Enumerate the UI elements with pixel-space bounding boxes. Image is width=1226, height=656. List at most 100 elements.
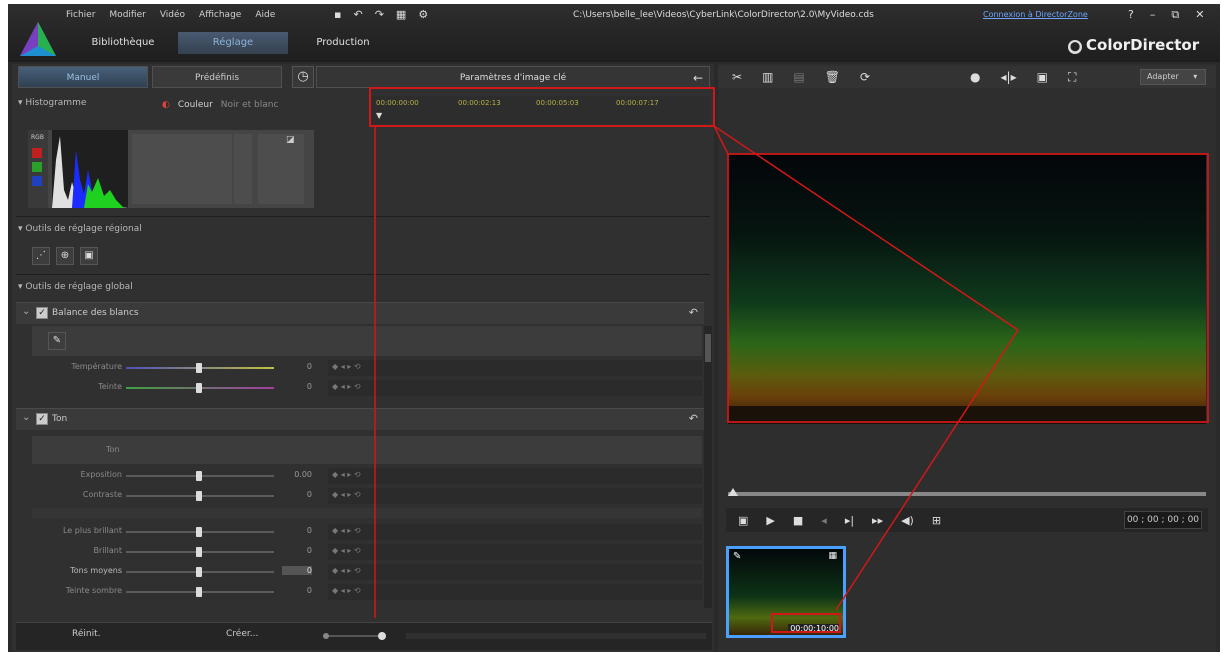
layout-icon[interactable]: ▦ [396, 8, 406, 21]
undo-icon[interactable]: ↶ [353, 8, 362, 21]
prev-frame-icon[interactable]: ◂ [821, 514, 827, 527]
tab-manual[interactable]: Manuel [18, 66, 148, 88]
record-icon[interactable]: ● [970, 70, 980, 84]
edit-icon[interactable]: ✎ [733, 551, 741, 562]
keyframe-timeline[interactable]: ▼ 00:00:00:00 00:00:02:13 00:00:05:03 00… [370, 96, 710, 124]
keyframe-marker-icon[interactable]: ▼ [376, 111, 382, 120]
slider-thumb[interactable] [196, 527, 202, 537]
temperature-value[interactable]: 0 [282, 362, 312, 371]
next-frame-icon[interactable]: ▸| [845, 514, 854, 527]
histogram-header[interactable]: ▾ Histogramme [18, 98, 86, 108]
slider-thumb[interactable] [196, 383, 202, 393]
midtones-slider[interactable] [126, 567, 274, 577]
brightest-slider[interactable] [126, 527, 274, 537]
keyframe-row[interactable]: ◆ ◂ ▸ ⟲ [328, 564, 702, 580]
timeline-scrollbar[interactable] [406, 633, 706, 639]
menu-view[interactable]: Affichage [199, 10, 241, 20]
keyframe-row[interactable]: ◆ ◂ ▸ ⟲ [328, 524, 702, 540]
keyframe-controls[interactable]: ◆ ◂ ▸ ⟲ [332, 470, 361, 479]
keyframe-row[interactable]: ◆ ◂ ▸ ⟲ [328, 584, 702, 600]
brush-tool-icon[interactable]: ▣ [80, 247, 98, 265]
reset-button[interactable]: Réinit. [72, 629, 100, 639]
stop-icon[interactable]: ■ [793, 514, 803, 527]
zoom-slider[interactable] [322, 629, 396, 643]
zoom-dropdown[interactable]: Adapter ▾ [1140, 69, 1206, 85]
bright-value[interactable]: 0 [282, 546, 312, 555]
menu-video[interactable]: Vidéo [160, 10, 185, 20]
slider-thumb[interactable] [196, 547, 202, 557]
tint-value[interactable]: 0 [282, 382, 312, 391]
keyframe-row[interactable]: ◆ ◂ ▸ ⟲ [328, 544, 702, 560]
save-icon[interactable]: ▪ [334, 8, 341, 21]
shadow-slider[interactable] [126, 587, 274, 597]
midtones-value[interactable]: 0 [282, 566, 312, 575]
tone-header[interactable]: ⌄ ✓ Ton ↶ [16, 408, 704, 430]
slider-thumb[interactable] [196, 471, 202, 481]
view-icon[interactable]: ▣ [1037, 70, 1048, 84]
brightest-value[interactable]: 0 [282, 526, 312, 535]
white-balance-checkbox[interactable]: ✓ [36, 307, 48, 319]
bright-slider[interactable] [126, 547, 274, 557]
keyframe-row[interactable]: ◆ ◂ ▸ ⟲ [328, 360, 702, 376]
preview-mode-icon[interactable]: ▣ [738, 514, 748, 527]
fast-forward-icon[interactable]: ▸▸ [872, 514, 883, 527]
radial-tool-icon[interactable]: ⊕ [56, 247, 74, 265]
split-view-icon[interactable]: ◂|▸ [1001, 70, 1017, 84]
split-icon[interactable]: ▤ [793, 70, 804, 84]
volume-icon[interactable]: ◀) [901, 514, 914, 527]
maximize-button[interactable]: ⧉ [1171, 8, 1179, 22]
compare-icon[interactable]: ▥ [762, 70, 773, 84]
timecode-display[interactable]: 00 ; 00 ; 00 ; 00 [1124, 511, 1202, 529]
tab-library[interactable]: Bibliothèque [68, 32, 178, 54]
keyframe-controls[interactable]: ◆ ◂ ▸ ⟲ [332, 586, 361, 595]
rotate-icon[interactable]: ⟳ [860, 70, 870, 84]
play-icon[interactable]: ▶ [766, 514, 774, 527]
menu-file[interactable]: Fichier [66, 10, 95, 20]
keyframe-row[interactable]: ◆ ◂ ▸ ⟲ [328, 488, 702, 504]
slider-thumb[interactable] [196, 491, 202, 501]
menu-help[interactable]: Aide [255, 10, 275, 20]
keyframe-controls[interactable]: ◆ ◂ ▸ ⟲ [332, 566, 361, 575]
global-tools-header[interactable]: ▾ Outils de réglage global [18, 282, 133, 292]
help-button[interactable]: ? [1128, 8, 1134, 22]
keyframe-controls[interactable]: ◆ ◂ ▸ ⟲ [332, 490, 361, 499]
contrast-value[interactable]: 0 [282, 490, 312, 499]
keyframe-controls[interactable]: ◆ ◂ ▸ ⟲ [332, 526, 361, 535]
reset-icon[interactable]: ↶ [689, 306, 698, 319]
keyframe-controls[interactable]: ◆ ◂ ▸ ⟲ [332, 362, 361, 371]
tab-production[interactable]: Production [288, 32, 398, 54]
scrollbar-thumb[interactable] [705, 334, 711, 362]
panel-scrollbar[interactable] [704, 326, 712, 608]
shadow-value[interactable]: 0 [282, 586, 312, 595]
back-arrow-icon[interactable]: ← [693, 67, 703, 89]
minimize-button[interactable]: – [1150, 8, 1156, 22]
keyframe-controls[interactable]: ◆ ◂ ▸ ⟲ [332, 382, 361, 391]
collapse-icon[interactable]: ⌄ [22, 412, 30, 423]
close-button[interactable]: ✕ [1195, 8, 1204, 22]
snapshot-icon[interactable]: ⊞ [932, 514, 941, 527]
keyframe-controls[interactable]: ◆ ◂ ▸ ⟲ [332, 546, 361, 555]
tab-presets[interactable]: Prédéfinis [152, 66, 282, 88]
clip-thumbnail[interactable]: ✎ ▦ 00;00;10;00 [726, 546, 846, 638]
slider-thumb[interactable] [196, 567, 202, 577]
tab-adjustment[interactable]: Réglage [178, 32, 288, 54]
keyframe-row[interactable]: ◆ ◂ ▸ ⟲ [328, 380, 702, 396]
slider-thumb[interactable] [196, 587, 202, 597]
regional-tools-header[interactable]: ▾ Outils de réglage régional [18, 224, 142, 234]
bw-option[interactable]: Noir et blanc [221, 100, 279, 110]
tone-checkbox[interactable]: ✓ [36, 413, 48, 425]
redo-icon[interactable]: ↷ [375, 8, 384, 21]
seek-handle[interactable] [728, 488, 738, 496]
white-balance-header[interactable]: ⌄ ✓ Balance des blancs ↶ [16, 302, 704, 324]
connection-link[interactable]: Connexion à DirectorZone [983, 10, 1088, 19]
settings-icon[interactable]: ⚙ [418, 8, 428, 21]
color-option[interactable]: Couleur [178, 100, 213, 110]
tint-slider[interactable] [126, 383, 274, 393]
create-button[interactable]: Créer... [226, 629, 258, 639]
cut-icon[interactable]: ✂ [732, 70, 742, 84]
menu-edit[interactable]: Modifier [109, 10, 145, 20]
fullscreen-icon[interactable]: ⛶ [1068, 70, 1076, 85]
keyframe-clock-icon[interactable]: ◷ [292, 66, 314, 88]
gradient-tool-icon[interactable]: ⋰ [32, 247, 50, 265]
collapse-icon[interactable]: ⌄ [22, 306, 30, 317]
